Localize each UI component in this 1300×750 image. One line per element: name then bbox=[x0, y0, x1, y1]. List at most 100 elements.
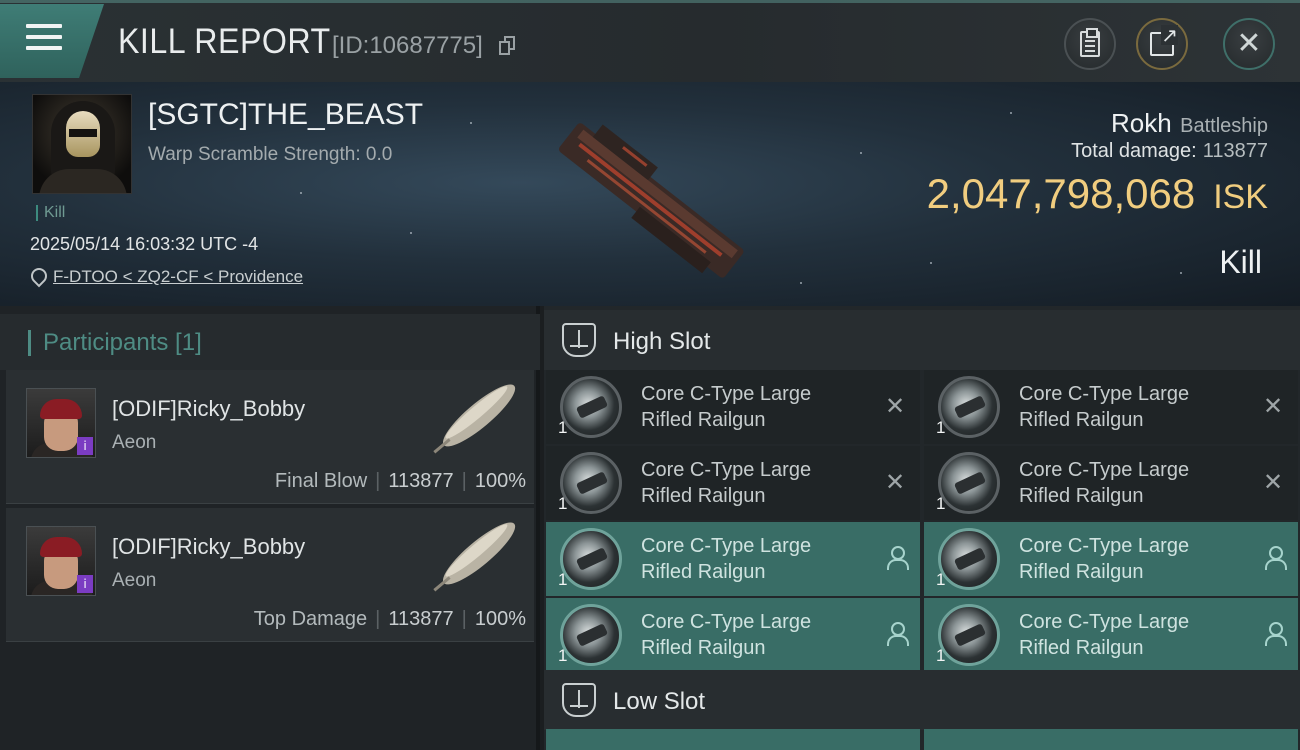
total-damage-label: Total damage: bbox=[1071, 140, 1197, 162]
participant-ship-image bbox=[433, 522, 516, 592]
module-quantity: 1 bbox=[558, 494, 568, 513]
clipboard-icon bbox=[1080, 28, 1100, 57]
participants-title: Participants [1] bbox=[28, 330, 202, 356]
destroyed-icon: ✕ bbox=[1262, 468, 1284, 496]
module-item[interactable]: 1 Core C-Type Large Rifled Railgun bbox=[924, 598, 1298, 672]
victim-avatar[interactable] bbox=[32, 94, 132, 194]
close-button[interactable]: ✕ bbox=[1223, 18, 1275, 70]
destroyed-icon: ✕ bbox=[884, 392, 906, 420]
share-icon bbox=[1150, 25, 1178, 56]
module-name: Core C-Type Large Rifled Railgun bbox=[641, 611, 812, 659]
module-quantity: 1 bbox=[936, 494, 946, 513]
module-name: Core C-Type Large Rifled Railgun bbox=[1019, 611, 1190, 659]
high-slot-title: High Slot bbox=[613, 328, 711, 355]
low-slot-title: Low Slot bbox=[613, 688, 706, 715]
module-name: Core C-Type Large Rifled Railgun bbox=[1019, 535, 1190, 583]
module-item[interactable]: 1 Core C-Type Large Rifled Railgun ✕ bbox=[924, 446, 1298, 520]
low-slot-module-item[interactable] bbox=[924, 729, 1298, 750]
participant-percent: 100% bbox=[474, 470, 526, 492]
module-name: Core C-Type Large Rifled Railgun bbox=[1019, 459, 1190, 507]
high-slot-header: High Slot bbox=[544, 310, 1300, 370]
kill-timestamp: 2025/05/14 16:03:32 UTC -4 bbox=[30, 234, 259, 254]
module-quantity: 1 bbox=[936, 418, 946, 437]
participant-card[interactable]: i [ODIF]Ricky_Bobby Aeon Top Damage | 1138… bbox=[6, 508, 534, 642]
location-pin-icon bbox=[30, 268, 44, 286]
railgun-icon bbox=[560, 452, 622, 514]
dropped-person-icon bbox=[886, 546, 909, 570]
module-quantity: 1 bbox=[936, 646, 946, 665]
participant-ship-image bbox=[433, 384, 516, 454]
participant-role: Top Damage bbox=[253, 608, 368, 630]
result-label: Kill bbox=[1219, 244, 1262, 280]
participant-stats: Top Damage | 113877 | 100% bbox=[253, 608, 526, 630]
module-item[interactable]: 1 Core C-Type Large Rifled Railgun bbox=[924, 522, 1298, 596]
victim-header: [SGTC]THE_BEAST Warp Scramble Strength: … bbox=[0, 82, 1300, 306]
copy-id-icon[interactable] bbox=[499, 36, 516, 56]
isk-unit: ISK bbox=[1213, 178, 1268, 216]
participant-damage: 113877 bbox=[388, 608, 454, 630]
railgun-icon bbox=[938, 376, 1000, 438]
dropped-person-icon bbox=[1264, 546, 1287, 570]
corp-badge-icon: i bbox=[77, 437, 93, 455]
high-slot-icon bbox=[562, 323, 596, 357]
victim-name[interactable]: [SGTC]THE_BEAST bbox=[148, 98, 423, 132]
module-quantity: 1 bbox=[936, 570, 946, 589]
participant-ship: Aeon bbox=[112, 432, 157, 453]
total-damage-value: 113877 bbox=[1202, 140, 1268, 162]
close-icon: ✕ bbox=[1236, 26, 1262, 61]
ship-class: Battleship bbox=[1180, 115, 1268, 137]
module-item[interactable]: 1 Core C-Type Large Rifled Railgun bbox=[546, 598, 920, 672]
dropped-person-icon bbox=[1264, 622, 1287, 646]
module-item[interactable]: 1 Core C-Type Large Rifled Railgun bbox=[546, 522, 920, 596]
module-name: Core C-Type Large Rifled Railgun bbox=[641, 459, 812, 507]
isk-amount: 2,047,798,068 bbox=[926, 170, 1196, 217]
module-name: Core C-Type Large Rifled Railgun bbox=[641, 383, 812, 431]
destroyed-icon: ✕ bbox=[1262, 392, 1284, 420]
corp-badge-icon: i bbox=[77, 575, 93, 593]
top-bar: KILL REPORT [ID:10687775] ✕ bbox=[0, 0, 1300, 82]
clipboard-button[interactable] bbox=[1064, 18, 1116, 70]
dropped-person-icon bbox=[886, 622, 909, 646]
location-link[interactable]: F-DTOO < ZQ2-CF < Providence bbox=[53, 267, 303, 287]
participant-avatar[interactable]: i bbox=[26, 526, 96, 596]
kill-tag: Kill bbox=[36, 205, 65, 221]
participant-card[interactable]: i [ODIF]Ricky_Bobby Aeon Final Blow | 1138… bbox=[6, 370, 534, 504]
hamburger-menu-icon[interactable] bbox=[26, 24, 62, 52]
railgun-icon bbox=[938, 452, 1000, 514]
location[interactable]: F-DTOO < ZQ2-CF < Providence bbox=[30, 267, 303, 287]
railgun-icon bbox=[560, 604, 622, 666]
low-slot-header: Low Slot bbox=[544, 670, 1300, 730]
participant-ship: Aeon bbox=[112, 570, 157, 591]
isk-value: 2,047,798,068 ISK bbox=[927, 170, 1268, 218]
participant-name[interactable]: [ODIF]Ricky_Bobby bbox=[112, 534, 305, 560]
victim-ship: Rokh Battleship bbox=[1111, 108, 1268, 139]
participant-avatar[interactable]: i bbox=[26, 388, 96, 458]
fitting-panel: High Slot 1 Core C-Type Large Rifled Rail… bbox=[544, 306, 1300, 750]
total-damage: Total damage: 113877 bbox=[1071, 140, 1268, 163]
low-slot-module-item[interactable] bbox=[546, 729, 920, 750]
railgun-icon bbox=[938, 528, 1000, 590]
victim-ship-image bbox=[559, 123, 744, 278]
ship-name[interactable]: Rokh bbox=[1111, 108, 1172, 138]
railgun-icon bbox=[560, 528, 622, 590]
destroyed-icon: ✕ bbox=[884, 468, 906, 496]
railgun-icon bbox=[560, 376, 622, 438]
top-accent-line bbox=[0, 0, 1300, 3]
participant-percent: 100% bbox=[474, 608, 526, 630]
low-slot-icon bbox=[562, 683, 596, 717]
module-item[interactable]: 1 Core C-Type Large Rifled Railgun ✕ bbox=[924, 370, 1298, 444]
module-item[interactable]: 1 Core C-Type Large Rifled Railgun ✕ bbox=[546, 370, 920, 444]
module-name: Core C-Type Large Rifled Railgun bbox=[641, 535, 812, 583]
module-item[interactable]: 1 Core C-Type Large Rifled Railgun ✕ bbox=[546, 446, 920, 520]
report-id: [ID:10687775] bbox=[332, 32, 483, 59]
participant-stats: Final Blow | 113877 | 100% bbox=[274, 470, 526, 492]
participant-name[interactable]: [ODIF]Ricky_Bobby bbox=[112, 396, 305, 422]
share-button[interactable] bbox=[1136, 18, 1188, 70]
module-name: Core C-Type Large Rifled Railgun bbox=[1019, 383, 1190, 431]
railgun-icon bbox=[938, 604, 1000, 666]
participants-panel: Participants [1] i [ODIF]Ricky_Bobby Aeo… bbox=[0, 306, 540, 750]
page-title: KILL REPORT bbox=[118, 22, 331, 61]
warp-scramble-strength: Warp Scramble Strength: 0.0 bbox=[148, 144, 393, 165]
module-quantity: 1 bbox=[558, 418, 568, 437]
module-quantity: 1 bbox=[558, 646, 568, 665]
